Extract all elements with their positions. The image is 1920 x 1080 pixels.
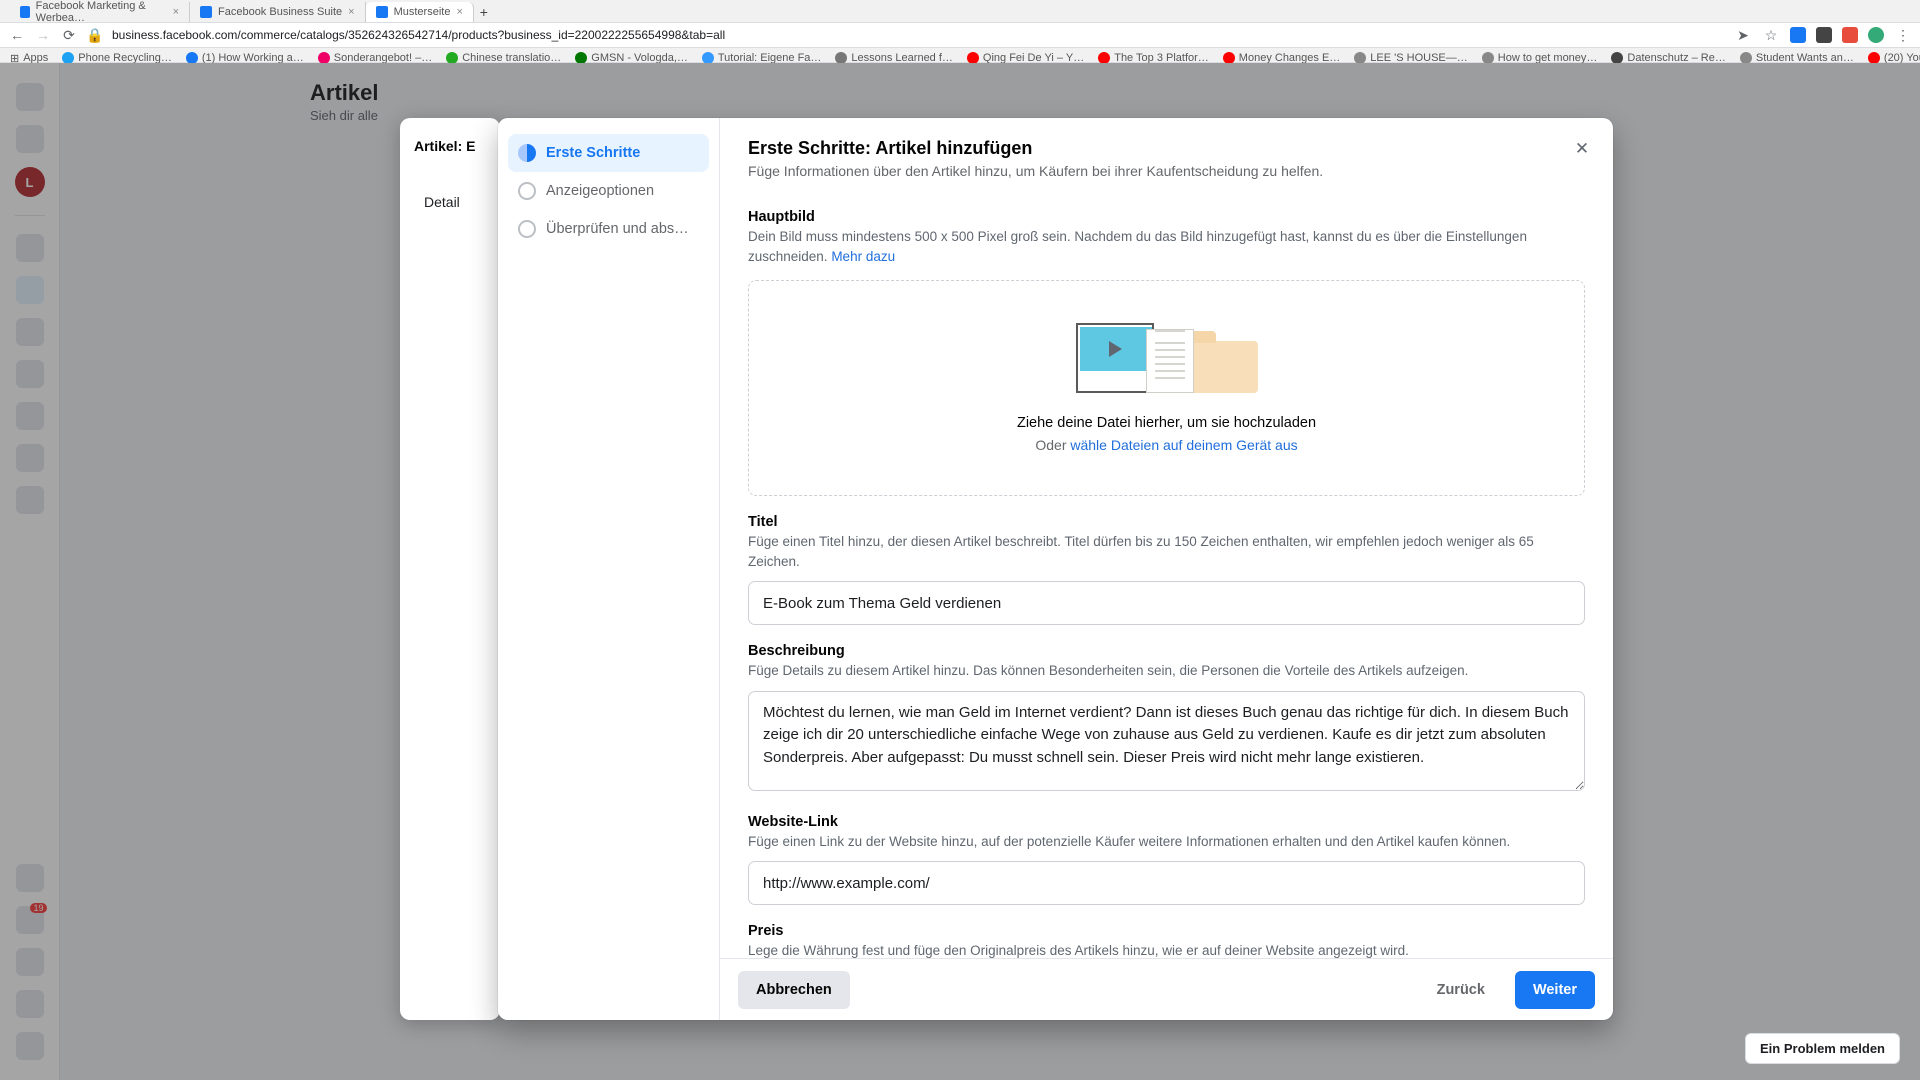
report-problem-button[interactable]: Ein Problem melden — [1745, 1033, 1900, 1064]
step-getting-started[interactable]: Erste Schritte — [508, 134, 709, 172]
website-desc: Füge einen Link zu der Website hinzu, au… — [748, 832, 1585, 852]
dropzone-text: Ziehe deine Datei hierher, um sie hochzu… — [1017, 415, 1316, 431]
modal-title: Erste Schritte: Artikel hinzufügen — [748, 138, 1585, 159]
image-dropzone[interactable]: Ziehe deine Datei hierher, um sie hochzu… — [748, 280, 1585, 496]
forward-icon[interactable]: → — [34, 27, 52, 43]
title-desc: Füge einen Titel hinzu, der diesen Artik… — [748, 532, 1585, 571]
back-icon[interactable]: ← — [8, 27, 26, 43]
browser-tab[interactable]: Facebook Marketing & Werbea…× — [10, 2, 190, 22]
price-desc: Lege die Währung fest und füge den Origi… — [748, 941, 1585, 958]
step-display-options[interactable]: Anzeigeoptionen — [508, 172, 709, 210]
step-review[interactable]: Überprüfen und abs… — [508, 210, 709, 248]
menu-icon[interactable]: ⋮ — [1894, 27, 1912, 44]
next-button[interactable]: Weiter — [1515, 971, 1595, 1009]
cancel-button[interactable]: Abbrechen — [738, 971, 850, 1009]
video-icon — [1076, 323, 1154, 393]
modal-footer: Abbrechen Zurück Weiter — [720, 958, 1613, 1020]
send-icon[interactable]: ➤ — [1734, 27, 1752, 44]
close-icon[interactable]: × — [456, 6, 462, 18]
browser-tab-active[interactable]: Musterseite× — [366, 2, 474, 22]
dropzone-link-row: Oder wähle Dateien auf deinem Gerät aus — [1035, 437, 1297, 453]
profile-avatar-icon[interactable] — [1868, 27, 1884, 43]
modal-body[interactable]: Hauptbild Dein Bild muss mindestens 500 … — [720, 179, 1613, 958]
new-tab-button[interactable]: + — [474, 4, 494, 20]
add-item-modal: Erste Schritte Anzeigeoptionen Überprüfe… — [498, 118, 1613, 1020]
modal-steps-sidebar: Erste Schritte Anzeigeoptionen Überprüfe… — [498, 118, 720, 1020]
browser-chrome: Facebook Marketing & Werbea…× Facebook B… — [0, 0, 1920, 63]
website-input[interactable] — [748, 861, 1585, 905]
address-bar: ← → ⟳ 🔒 business.facebook.com/commerce/c… — [0, 22, 1920, 48]
star-icon[interactable]: ☆ — [1762, 27, 1780, 44]
document-icon — [1146, 329, 1194, 393]
description-textarea[interactable] — [748, 691, 1585, 791]
product-drawer: Artikel: E Detail — [400, 118, 500, 1020]
extension-icon[interactable] — [1816, 27, 1832, 43]
tab-bar: Facebook Marketing & Werbea…× Facebook B… — [0, 0, 1920, 22]
main-image-desc: Dein Bild muss mindestens 500 x 500 Pixe… — [748, 227, 1585, 266]
description-label: Beschreibung — [748, 643, 1585, 659]
lock-icon: 🔒 — [86, 27, 104, 44]
price-label: Preis — [748, 923, 1585, 939]
browser-tab[interactable]: Facebook Business Suite× — [190, 2, 366, 22]
close-icon[interactable]: × — [173, 6, 179, 18]
description-desc: Füge Details zu diesem Artikel hinzu. Da… — [748, 661, 1585, 681]
modal-subtitle: Füge Informationen über den Artikel hinz… — [748, 163, 1585, 179]
back-button[interactable]: Zurück — [1419, 971, 1503, 1009]
url-field[interactable]: business.facebook.com/commerce/catalogs/… — [112, 28, 1726, 42]
modal-header: Erste Schritte: Artikel hinzufügen Füge … — [720, 118, 1613, 179]
main-image-label: Hauptbild — [748, 209, 1585, 225]
reload-icon[interactable]: ⟳ — [60, 27, 78, 44]
close-icon[interactable]: × — [348, 6, 354, 18]
title-label: Titel — [748, 514, 1585, 530]
extension-icon[interactable] — [1790, 27, 1806, 43]
learn-more-link[interactable]: Mehr dazu — [831, 249, 895, 264]
website-label: Website-Link — [748, 814, 1585, 830]
choose-files-link[interactable]: wähle Dateien auf deinem Gerät aus — [1070, 437, 1297, 453]
folder-icon — [1186, 341, 1258, 393]
extension-icon[interactable] — [1842, 27, 1858, 43]
upload-illustration — [1076, 323, 1258, 393]
title-input[interactable] — [748, 581, 1585, 625]
close-button[interactable]: ✕ — [1567, 134, 1597, 164]
